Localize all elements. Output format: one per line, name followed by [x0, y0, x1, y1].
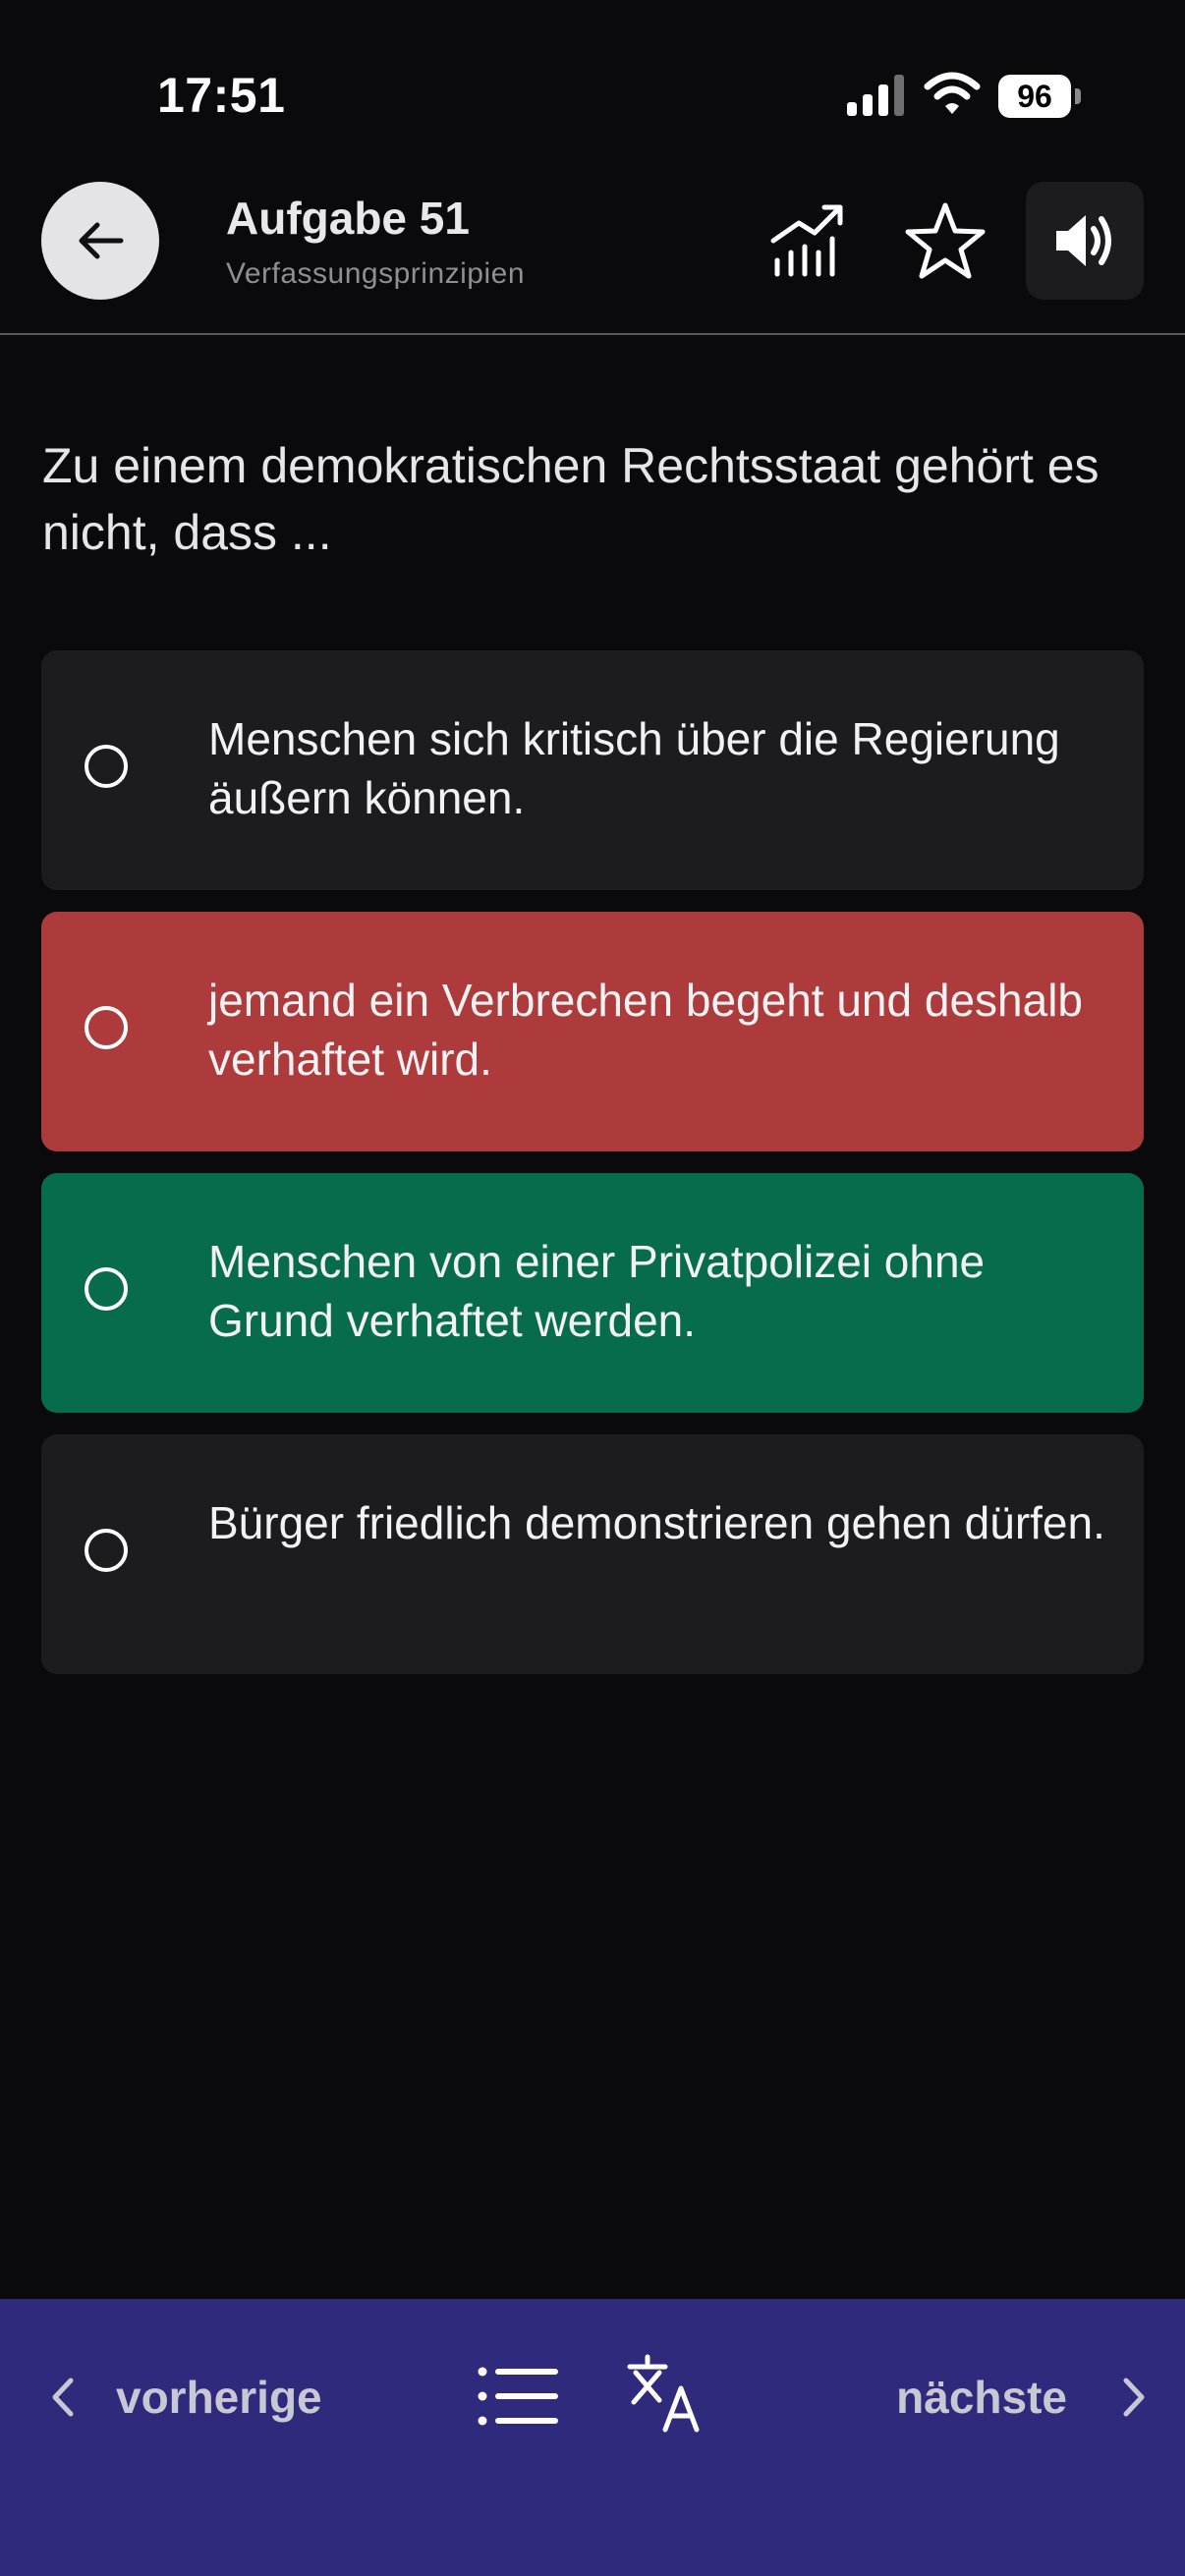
bottom-navigation: vorherige nächste	[0, 2299, 1185, 2576]
answer-text: Menschen von einer Privatpolizei ohne Gr…	[208, 1236, 986, 1346]
answer-text: Menschen sich kritisch über die Regierun…	[208, 713, 1060, 823]
answer-text: Bürger friedlich demonstrieren gehen dür…	[208, 1497, 1105, 1548]
status-bar: 17:51 96	[0, 0, 1185, 187]
wifi-icon	[924, 72, 981, 114]
header: Aufgabe 51 Verfassungsprinzipien	[0, 182, 1185, 335]
answer-option-4[interactable]: Bürger friedlich demonstrieren gehen dür…	[41, 1434, 1144, 1674]
list-icon	[478, 2367, 558, 2426]
chevron-right-icon	[1123, 2378, 1145, 2417]
page-title: Aufgabe 51	[226, 193, 470, 244]
page-subtitle: Verfassungsprinzipien	[226, 256, 526, 290]
answer-text: jemand ein Verbrechen begeht und deshalb…	[208, 975, 1084, 1085]
next-label: nächste	[896, 2372, 1067, 2423]
next-button[interactable]: nächste	[896, 2358, 1146, 2436]
translate-button[interactable]	[623, 2346, 707, 2440]
cellular-signal-icon	[847, 75, 904, 116]
speaker-icon	[1056, 215, 1111, 266]
answer-option-2[interactable]: jemand ein Verbrechen begeht und deshalb…	[41, 912, 1144, 1151]
star-icon	[905, 202, 986, 279]
radio-button[interactable]	[85, 1006, 128, 1049]
back-button[interactable]	[41, 182, 159, 300]
answer-option-1[interactable]: Menschen sich kritisch über die Regierun…	[41, 650, 1144, 890]
status-time: 17:51	[157, 68, 286, 123]
chevron-left-icon	[52, 2378, 74, 2417]
favorite-button[interactable]	[886, 182, 1004, 300]
previous-button[interactable]: vorherige	[51, 2358, 322, 2436]
answer-option-3[interactable]: Menschen von einer Privatpolizei ohne Gr…	[41, 1173, 1144, 1413]
previous-label: vorherige	[116, 2372, 322, 2423]
title-block: Aufgabe 51 Verfassungsprinzipien	[226, 194, 525, 291]
statistics-button[interactable]	[748, 182, 866, 300]
radio-button[interactable]	[85, 1529, 128, 1572]
question-text: Zu einem demokratischen Rechtsstaat gehö…	[42, 438, 1100, 560]
question-list-button[interactable]	[476, 2354, 560, 2438]
arrow-left-icon	[79, 222, 124, 259]
sound-button[interactable]	[1026, 182, 1144, 300]
statistics-icon	[770, 204, 843, 277]
battery-level: 96	[998, 75, 1071, 118]
translate-icon	[627, 2354, 700, 2433]
battery-icon: 96	[998, 75, 1081, 118]
radio-button[interactable]	[85, 1267, 128, 1311]
radio-button[interactable]	[85, 745, 128, 788]
